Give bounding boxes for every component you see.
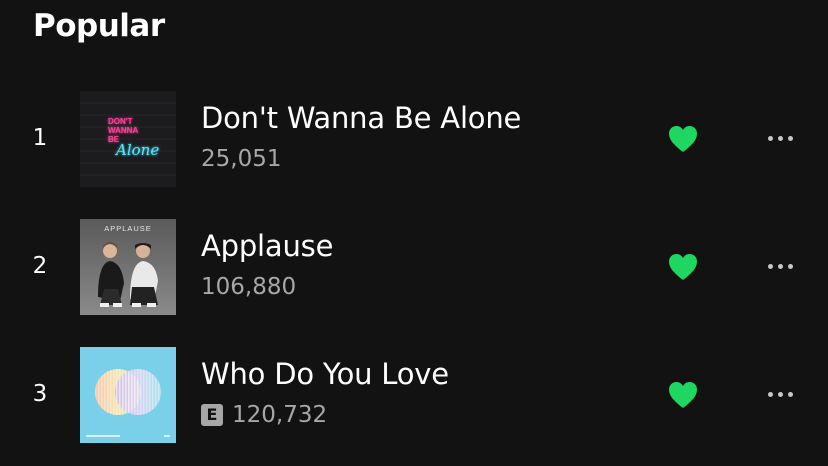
more-options-button[interactable] xyxy=(756,383,804,405)
cover-text-line: Alone xyxy=(114,141,159,159)
track-number: 3 xyxy=(32,381,48,407)
heart-icon xyxy=(669,382,697,408)
more-options-dot xyxy=(787,391,793,397)
album-cover[interactable]: DON'T WANNA BE Alone xyxy=(80,91,176,187)
section-title: Popular xyxy=(33,8,165,44)
more-options-icon xyxy=(767,263,773,269)
cover-text-line: WANNA xyxy=(108,126,138,135)
play-count: 106,880 xyxy=(201,274,297,300)
like-button[interactable] xyxy=(666,123,700,155)
track-row[interactable]: 1 DON'T WANNA BE Alone Don't Wanna Be Al… xyxy=(0,91,828,187)
album-cover[interactable]: APPLAUSE xyxy=(80,219,176,315)
play-count: 25,051 xyxy=(201,146,282,172)
track-title[interactable]: Don't Wanna Be Alone xyxy=(201,101,521,135)
pastel-cover-art xyxy=(80,347,176,443)
neon-cover-art: DON'T WANNA BE Alone xyxy=(80,91,176,187)
more-options-dot xyxy=(777,391,783,397)
heart-icon xyxy=(669,126,697,152)
like-button[interactable] xyxy=(666,251,700,283)
explicit-badge: E xyxy=(201,404,223,426)
track-meta: 106,880 xyxy=(201,274,296,300)
track-meta: 25,051 xyxy=(201,146,281,172)
track-title[interactable]: Applause xyxy=(201,229,333,263)
track-row[interactable]: 3 Who Do You Love E 120,732 xyxy=(0,347,828,443)
track-meta: E 120,732 xyxy=(201,402,327,428)
more-options-icon xyxy=(767,135,773,141)
more-options-dot xyxy=(777,135,783,141)
track-number: 1 xyxy=(32,125,48,151)
more-options-icon xyxy=(767,391,773,397)
play-count: 120,732 xyxy=(232,402,328,428)
more-options-dot xyxy=(777,263,783,269)
album-cover[interactable] xyxy=(80,347,176,443)
track-row[interactable]: 2 APPLAUSE Applause 106,880 xyxy=(0,219,828,315)
like-button[interactable] xyxy=(666,379,700,411)
more-options-dot xyxy=(787,135,793,141)
cover-text-line: DON'T xyxy=(108,117,133,126)
cover-text-line: APPLAUSE xyxy=(104,224,152,233)
track-title[interactable]: Who Do You Love xyxy=(201,357,449,391)
more-options-button[interactable] xyxy=(756,127,804,149)
track-number: 2 xyxy=(32,253,48,279)
more-options-button[interactable] xyxy=(756,255,804,277)
more-options-dot xyxy=(787,263,793,269)
heart-icon xyxy=(669,254,697,280)
photo-cover-art: APPLAUSE xyxy=(80,219,176,315)
